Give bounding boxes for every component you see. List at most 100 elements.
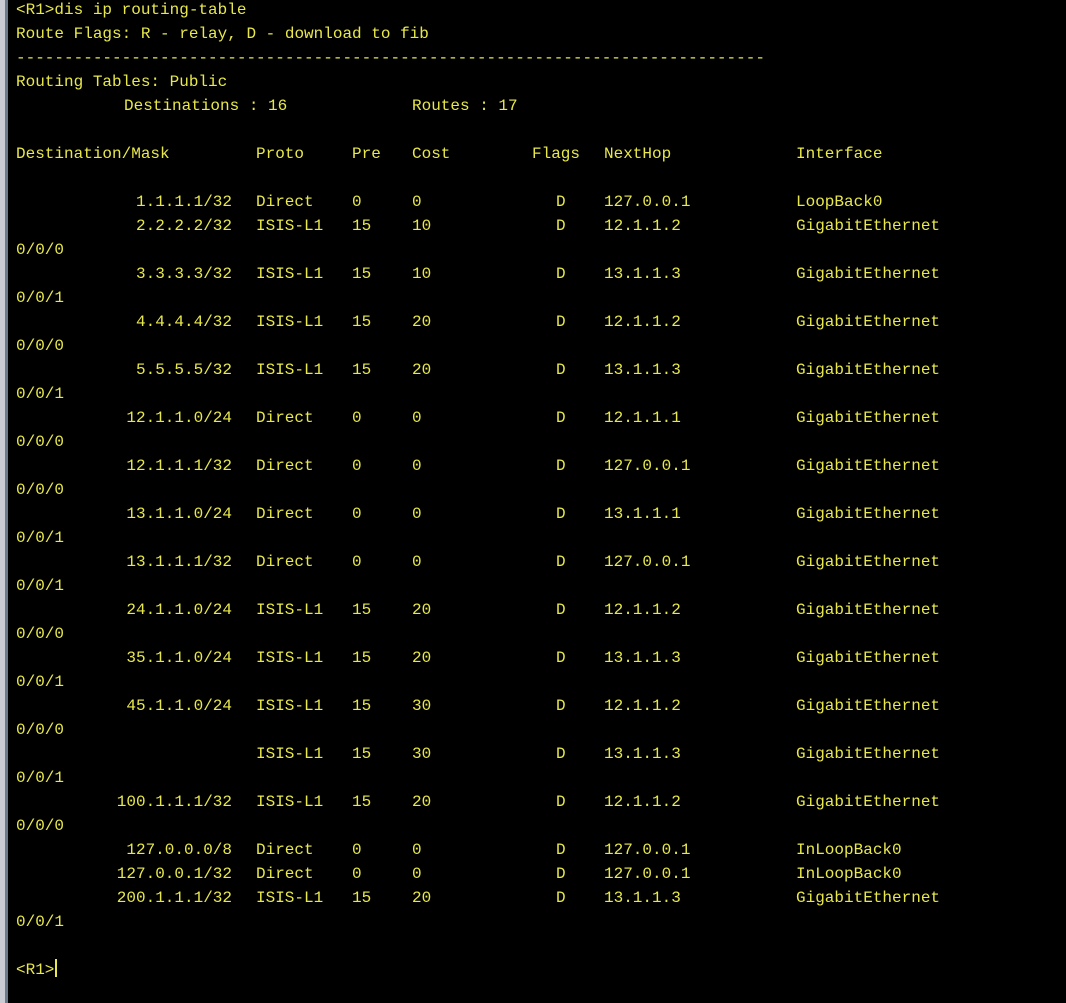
route-nexthop: 13.1.1.3 bbox=[604, 889, 681, 907]
route-flags: D bbox=[556, 505, 566, 523]
route-interface-continuation: 0/0/1 bbox=[16, 289, 65, 307]
route-interface: GigabitEthernet bbox=[796, 505, 941, 523]
route-interface-continuation: 0/0/1 bbox=[16, 529, 65, 547]
final-prompt-line[interactable]: <R1> bbox=[16, 958, 58, 982]
route-destination: 24.1.1.0/24 bbox=[126, 601, 232, 619]
route-flags: D bbox=[556, 841, 566, 859]
route-pre: 15 bbox=[352, 313, 372, 331]
route-interface-continuation: 0/0/0 bbox=[16, 433, 65, 451]
route-pre: 0 bbox=[352, 457, 362, 475]
route-proto: ISIS-L1 bbox=[256, 697, 324, 715]
route-destination: 200.1.1.1/32 bbox=[116, 889, 232, 907]
route-interface: GigabitEthernet bbox=[796, 793, 941, 811]
route-pre: 15 bbox=[352, 265, 372, 283]
route-interface-continuation: 0/0/0 bbox=[16, 241, 65, 259]
route-proto: ISIS-L1 bbox=[256, 313, 324, 331]
header-interface: Interface bbox=[796, 145, 883, 163]
route-interface: GigabitEthernet bbox=[796, 745, 941, 763]
route-destination: 5.5.5.5/32 bbox=[135, 361, 232, 379]
route-interface-continuation: 0/0/0 bbox=[16, 721, 65, 739]
route-interface: GigabitEthernet bbox=[796, 697, 941, 715]
route-cost: 20 bbox=[412, 793, 432, 811]
route-pre: 0 bbox=[352, 865, 362, 883]
route-nexthop: 127.0.0.1 bbox=[604, 193, 691, 211]
route-pre: 15 bbox=[352, 217, 372, 235]
route-destination: 1.1.1.1/32 bbox=[135, 193, 232, 211]
prompt: <R1> bbox=[16, 1, 55, 19]
header-proto: Proto bbox=[256, 145, 305, 163]
route-nexthop: 13.1.1.3 bbox=[604, 265, 681, 283]
route-interface: GigabitEthernet bbox=[796, 313, 941, 331]
route-pre: 0 bbox=[352, 193, 362, 211]
route-interface-continuation: 0/0/0 bbox=[16, 481, 65, 499]
route-proto: ISIS-L1 bbox=[256, 601, 324, 619]
route-destination: 35.1.1.0/24 bbox=[126, 649, 232, 667]
route-cost: 0 bbox=[412, 409, 422, 427]
command-line: <R1>dis ip routing-table bbox=[16, 0, 246, 22]
flags-legend: Route Flags: R - relay, D - download to … bbox=[16, 25, 429, 43]
route-pre: 15 bbox=[352, 601, 372, 619]
route-destination: 13.1.1.0/24 bbox=[126, 505, 232, 523]
route-interface: GigabitEthernet bbox=[796, 217, 941, 235]
route-nexthop: 127.0.0.1 bbox=[604, 457, 691, 475]
route-destination: 12.1.1.0/24 bbox=[126, 409, 232, 427]
route-interface: GigabitEthernet bbox=[796, 265, 941, 283]
route-destination: 2.2.2.2/32 bbox=[135, 217, 232, 235]
header-nexthop: NextHop bbox=[604, 145, 672, 163]
route-nexthop: 127.0.0.1 bbox=[604, 841, 691, 859]
window-left-border-shadow bbox=[5, 0, 8, 1003]
route-flags: D bbox=[556, 265, 566, 283]
route-interface: GigabitEthernet bbox=[796, 553, 941, 571]
header-cost: Cost bbox=[412, 145, 451, 163]
route-pre: 15 bbox=[352, 697, 372, 715]
route-destination: 127.0.0.0/8 bbox=[126, 841, 232, 859]
route-pre: 0 bbox=[352, 409, 362, 427]
route-interface-continuation: 0/0/0 bbox=[16, 817, 65, 835]
route-cost: 10 bbox=[412, 217, 432, 235]
route-interface-continuation: 0/0/1 bbox=[16, 769, 65, 787]
final-prompt: <R1> bbox=[16, 961, 55, 979]
route-destination: 3.3.3.3/32 bbox=[135, 265, 232, 283]
route-flags: D bbox=[556, 193, 566, 211]
route-proto: Direct bbox=[256, 865, 314, 883]
route-nexthop: 12.1.1.2 bbox=[604, 697, 681, 715]
route-cost: 20 bbox=[412, 649, 432, 667]
command-text: dis ip routing-table bbox=[54, 1, 247, 19]
route-cost: 20 bbox=[412, 889, 432, 907]
route-pre: 15 bbox=[352, 889, 372, 907]
route-flags: D bbox=[556, 745, 566, 763]
route-interface: GigabitEthernet bbox=[796, 649, 941, 667]
terminal-window[interactable]: <R1>dis ip routing-table Route Flags: R … bbox=[0, 0, 1066, 1003]
route-flags: D bbox=[556, 601, 566, 619]
route-cost: 0 bbox=[412, 841, 422, 859]
route-interface-continuation: 0/0/1 bbox=[16, 577, 65, 595]
route-flags: D bbox=[556, 217, 566, 235]
route-interface-continuation: 0/0/1 bbox=[16, 385, 65, 403]
route-interface: GigabitEthernet bbox=[796, 361, 941, 379]
route-cost: 30 bbox=[412, 697, 432, 715]
route-interface: GigabitEthernet bbox=[796, 601, 941, 619]
route-pre: 15 bbox=[352, 649, 372, 667]
route-cost: 10 bbox=[412, 265, 432, 283]
header-destination: Destination/Mask bbox=[16, 145, 170, 163]
route-nexthop: 13.1.1.3 bbox=[604, 745, 681, 763]
destinations-count: Destinations : 16 bbox=[124, 97, 288, 115]
route-interface-continuation: 0/0/0 bbox=[16, 337, 65, 355]
route-proto: ISIS-L1 bbox=[256, 649, 324, 667]
route-nexthop: 13.1.1.3 bbox=[604, 649, 681, 667]
route-pre: 15 bbox=[352, 793, 372, 811]
route-pre: 0 bbox=[352, 553, 362, 571]
route-cost: 0 bbox=[412, 553, 422, 571]
route-interface-continuation: 0/0/1 bbox=[16, 673, 65, 691]
route-interface-continuation: 0/0/1 bbox=[16, 913, 65, 931]
route-cost: 0 bbox=[412, 505, 422, 523]
route-destination: 127.0.0.1/32 bbox=[116, 865, 232, 883]
route-pre: 15 bbox=[352, 361, 372, 379]
route-cost: 20 bbox=[412, 313, 432, 331]
route-proto: Direct bbox=[256, 553, 314, 571]
route-interface-continuation: 0/0/0 bbox=[16, 625, 65, 643]
route-interface: GigabitEthernet bbox=[796, 409, 941, 427]
route-nexthop: 12.1.1.2 bbox=[604, 793, 681, 811]
route-flags: D bbox=[556, 457, 566, 475]
route-nexthop: 12.1.1.2 bbox=[604, 313, 681, 331]
